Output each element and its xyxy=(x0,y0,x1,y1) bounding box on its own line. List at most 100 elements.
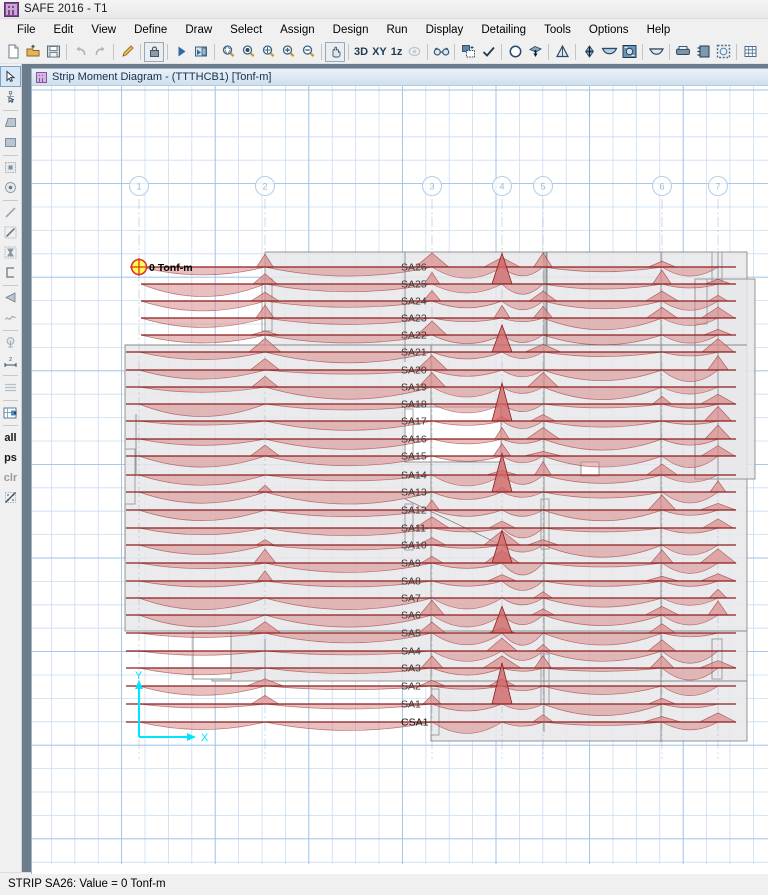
diagram-canvas[interactable]: 1 2 3 4 5 6 7 SA26 SA25 SA24 SA23 SA22 SA21 SA20 SA19 S… xyxy=(32,86,768,874)
zoom-rubber-band-icon[interactable] xyxy=(218,42,238,62)
grid-bubble-label: 5 xyxy=(540,182,545,192)
strip-label: SA13 xyxy=(401,487,427,499)
safe-view-icon xyxy=(36,71,47,83)
zoom-full-icon[interactable] xyxy=(258,42,278,62)
probe-value-label: 0 Tonf-m xyxy=(149,262,193,274)
check-mark-icon[interactable] xyxy=(478,42,498,62)
draw-point-icon[interactable] xyxy=(1,178,20,197)
view-3d-button[interactable]: 3D xyxy=(352,46,370,58)
strip-label: SA23 xyxy=(401,313,427,325)
draw-quad-slab-icon[interactable] xyxy=(1,113,20,132)
strip-label: SA7 xyxy=(401,593,421,605)
menu-view[interactable]: View xyxy=(82,22,125,38)
draw-tendon-icon[interactable] xyxy=(1,333,20,352)
toolbar-separator xyxy=(140,43,141,60)
glasses-icon[interactable] xyxy=(431,42,451,62)
deselect-icon[interactable] xyxy=(1,488,20,507)
draw-column-icon[interactable] xyxy=(1,158,20,177)
view-xy-button[interactable]: XY xyxy=(370,46,389,58)
zoom-in-icon[interactable] xyxy=(278,42,298,62)
strip-label: SA17 xyxy=(401,416,427,428)
perspective-icon[interactable] xyxy=(404,42,424,62)
rail-separator xyxy=(3,425,18,426)
statusbar: STRIP SA26: Value = 0 Tonf-m xyxy=(0,872,768,895)
undo-arrow-icon[interactable] xyxy=(70,42,90,62)
pan-hand-icon[interactable] xyxy=(325,41,345,62)
run-play-icon[interactable] xyxy=(171,42,191,62)
strip-label: SA24 xyxy=(401,296,427,308)
toolbar-separator xyxy=(669,43,671,60)
zoom-previous-icon[interactable] xyxy=(238,42,258,62)
draw-strip-icon[interactable] xyxy=(1,243,20,262)
menu-assign[interactable]: Assign xyxy=(271,22,324,38)
snap-grid-icon[interactable] xyxy=(1,378,20,397)
grid-bubble-label: 6 xyxy=(659,182,664,192)
moment-diagram-icon[interactable] xyxy=(599,42,619,62)
menu-display[interactable]: Display xyxy=(417,22,473,38)
value-probe-marker[interactable]: 0 Tonf-m xyxy=(130,258,193,276)
grid-bubble-label: 4 xyxy=(499,182,504,192)
draw-dim-line-icon[interactable] xyxy=(1,223,20,242)
toolbar-separator xyxy=(427,43,429,60)
load-arrow-icon[interactable] xyxy=(525,42,545,62)
circle-slab-icon[interactable] xyxy=(505,42,525,62)
menu-tools[interactable]: Tools xyxy=(535,22,580,38)
tables-icon[interactable] xyxy=(693,42,713,62)
mdi-client-area: Strip Moment Diagram - (TTTHCB1) [Tonf-m… xyxy=(22,64,768,874)
run-design-icon[interactable] xyxy=(191,42,211,62)
select-all-button[interactable]: all xyxy=(4,428,16,448)
rail-separator xyxy=(3,375,18,376)
punching-shear-icon[interactable] xyxy=(646,42,666,62)
select-previous-button[interactable]: ps xyxy=(4,448,17,468)
redo-arrow-icon[interactable] xyxy=(90,42,110,62)
toolbar-separator xyxy=(548,43,550,60)
menu-define[interactable]: Define xyxy=(125,22,176,38)
slab-design-icon[interactable] xyxy=(619,42,639,62)
reshape-object-icon[interactable] xyxy=(1,88,20,107)
strip-label: SA8 xyxy=(401,576,421,588)
window-title: SAFE 2016 - T1 xyxy=(24,3,108,15)
menu-run[interactable]: Run xyxy=(377,22,416,38)
menu-file[interactable]: File xyxy=(8,22,45,38)
new-file-icon[interactable] xyxy=(3,42,23,62)
toolbar-separator xyxy=(66,43,67,60)
menu-help[interactable]: Help xyxy=(638,22,680,38)
draw-rect-slab-icon[interactable] xyxy=(1,133,20,152)
status-message: STRIP SA26: Value = 0 Tonf-m xyxy=(8,878,166,890)
toolbar-separator xyxy=(454,43,456,60)
pointer-select-icon[interactable] xyxy=(0,66,21,87)
grid-icon[interactable] xyxy=(740,42,760,62)
menu-detailing[interactable]: Detailing xyxy=(472,22,535,38)
draw-ramp-icon[interactable] xyxy=(1,288,20,307)
strip-label: SA2 xyxy=(401,681,421,693)
reactions-icon[interactable] xyxy=(579,42,599,62)
pencil-icon[interactable] xyxy=(117,42,137,62)
open-folder-icon[interactable] xyxy=(23,42,43,62)
rail-separator xyxy=(3,155,18,156)
rail-separator xyxy=(3,400,18,401)
menu-edit[interactable]: Edit xyxy=(45,22,83,38)
menu-design[interactable]: Design xyxy=(324,22,378,38)
dimension-icon[interactable]: 2 xyxy=(1,353,20,372)
triangle-deform-icon[interactable] xyxy=(552,42,572,62)
view-z-button[interactable]: 1z xyxy=(389,46,405,58)
select-area-icon[interactable] xyxy=(713,42,733,62)
menu-options[interactable]: Options xyxy=(580,22,638,38)
window-titlebar: SAFE 2016 - T1 xyxy=(0,0,768,19)
lock-icon[interactable] xyxy=(144,41,164,62)
draw-line-icon[interactable] xyxy=(1,203,20,222)
strip-label: SA15 xyxy=(401,451,427,463)
draw-wall-icon[interactable] xyxy=(1,263,20,282)
zoom-out-icon[interactable] xyxy=(298,42,318,62)
print-icon[interactable] xyxy=(673,42,693,62)
snap-point-icon[interactable] xyxy=(1,403,20,422)
save-disk-icon[interactable] xyxy=(43,42,63,62)
object-shrink-icon[interactable] xyxy=(458,42,478,62)
menu-draw[interactable]: Draw xyxy=(176,22,221,38)
menubar: File Edit View Define Draw Select Assign… xyxy=(0,19,768,40)
strip-moment-svg[interactable]: 1 2 3 4 5 6 7 SA26 SA25 SA24 SA23 SA22 SA21 SA20 SA19 S… xyxy=(32,86,768,864)
menu-select[interactable]: Select xyxy=(221,22,271,38)
strip-label: SA19 xyxy=(401,382,427,394)
clear-selection-button[interactable]: clr xyxy=(4,468,17,488)
draw-curve-icon[interactable] xyxy=(1,308,20,327)
